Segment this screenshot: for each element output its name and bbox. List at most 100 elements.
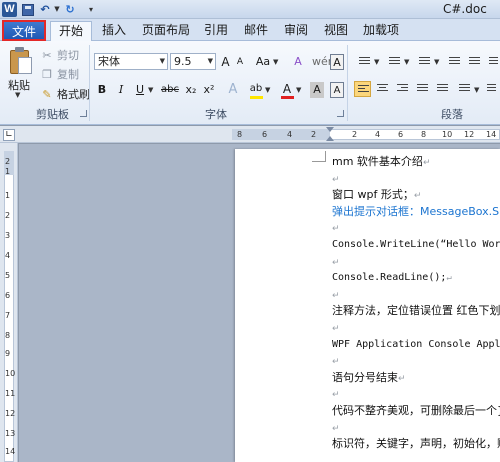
document-line[interactable]: 标识符，关键字，声明，初始化，赋↵ xyxy=(332,437,500,452)
document-line[interactable]: 窗口 wpf 形式；↵ xyxy=(332,188,421,203)
document-line[interactable]: WPF Application Console Applic↵ xyxy=(332,338,500,352)
char-shading-button[interactable]: A xyxy=(310,82,324,98)
document-line[interactable]: ↵ xyxy=(332,421,340,436)
bullets-button[interactable] xyxy=(356,54,373,70)
underline-button[interactable]: U xyxy=(133,82,147,98)
document-line[interactable]: ↵ xyxy=(332,288,340,303)
align-right-button[interactable] xyxy=(394,81,411,97)
indent-marker-icon[interactable] xyxy=(326,127,335,142)
document-line-text: Console.ReadLine(); xyxy=(332,272,447,284)
cut-button[interactable]: ✂ 剪切 xyxy=(40,48,79,64)
document-line[interactable]: ↵ xyxy=(332,321,340,336)
char-border-button[interactable]: A xyxy=(330,54,344,70)
shrink-font-button[interactable]: A xyxy=(234,54,246,70)
paste-icon[interactable] xyxy=(8,47,34,75)
highlight-button[interactable]: ab xyxy=(249,81,263,97)
tab-home[interactable]: 开始 xyxy=(50,21,92,42)
numbering-button[interactable] xyxy=(386,54,403,70)
document-line[interactable]: ↵ xyxy=(332,255,340,270)
paragraph-mark: ↵ xyxy=(422,158,431,168)
document-line[interactable]: mm 软件基本介绍↵ xyxy=(332,155,430,170)
paste-dropdown-icon[interactable]: ▼ xyxy=(15,91,20,99)
distributed-button[interactable] xyxy=(434,81,451,97)
grow-font-button[interactable]: A xyxy=(219,54,232,70)
superscript-button[interactable]: x² xyxy=(201,82,217,98)
customize-toolbar-icon[interactable]: ▾ xyxy=(86,2,96,17)
tab-view[interactable]: 视图 xyxy=(318,21,354,41)
document-line[interactable]: ↵ xyxy=(332,387,340,402)
font-launcher-icon[interactable] xyxy=(337,110,344,117)
justify-icon xyxy=(417,84,428,93)
tab-mailings[interactable]: 邮件 xyxy=(238,21,274,41)
align-left-button[interactable] xyxy=(354,81,371,97)
ruler-number: 6 xyxy=(262,130,268,139)
font-group-label: 字体 xyxy=(205,108,227,121)
font-name-combo[interactable]: 宋体 ▼ xyxy=(94,53,168,70)
document-line[interactable]: Console.WriteLine(“Hello World”↵ xyxy=(332,238,500,252)
document-line[interactable]: 代码不整齐美观，可删除最后一个}↵ xyxy=(332,404,500,419)
document-line[interactable]: Console.ReadLine();↵ xyxy=(332,271,452,285)
shading-button[interactable] xyxy=(484,81,500,97)
ruler-number: 13 xyxy=(5,429,16,438)
document-line[interactable]: ↵ xyxy=(332,221,340,236)
tab-insert[interactable]: 插入 xyxy=(96,21,132,41)
tab-page-layout[interactable]: 页面布局 xyxy=(136,21,196,41)
ruler-number: 2 xyxy=(352,130,358,139)
strikethrough-button[interactable]: abc xyxy=(160,82,180,98)
align-center-button[interactable] xyxy=(374,81,391,97)
bold-button[interactable]: B xyxy=(95,82,109,98)
line-spacing-button[interactable] xyxy=(456,81,473,97)
enclose-char-button[interactable]: A xyxy=(330,82,344,98)
justify-button[interactable] xyxy=(414,81,431,97)
chinese-layout-icon xyxy=(489,57,498,66)
chevron-down-icon: ▼ xyxy=(404,58,410,66)
multilevel-list-icon xyxy=(419,57,430,66)
copy-button[interactable]: ❐ 复制 xyxy=(40,67,79,83)
document-line[interactable]: 语句分号结束↵ xyxy=(332,371,406,386)
scissors-icon: ✂ xyxy=(42,49,52,62)
font-color-bar xyxy=(281,96,294,99)
document-line-text: 代码不整齐美观，可删除最后一个} xyxy=(332,404,500,417)
document-line-text: 注释方法，定位错误位置 红色下划 xyxy=(332,304,500,318)
document-line[interactable]: 注释方法，定位错误位置 红色下划↵ xyxy=(332,304,500,319)
tab-references[interactable]: 引用 xyxy=(198,21,234,41)
document-page[interactable]: mm 软件基本介绍↵ ↵ 窗口 wpf 形式；↵ 弹出提示对话框：MessageBox… xyxy=(235,149,500,462)
save-icon[interactable] xyxy=(22,4,34,16)
decrease-indent-button[interactable] xyxy=(446,54,463,70)
undo-icon[interactable]: ↶ xyxy=(38,2,52,17)
increase-indent-button[interactable] xyxy=(466,54,483,70)
ruler-number: 2 xyxy=(311,130,317,139)
phonetic-guide-button[interactable]: wén xyxy=(312,54,335,70)
tab-addins[interactable]: 加载项 xyxy=(356,21,406,41)
clipboard-launcher-icon[interactable] xyxy=(80,110,87,117)
tab-file[interactable]: 文件 xyxy=(2,20,46,41)
document-line-text: WPF Application Console Applic xyxy=(332,338,500,350)
font-color-button[interactable]: A xyxy=(280,81,294,97)
group-divider xyxy=(89,45,90,121)
text-effect-button[interactable]: A xyxy=(226,82,240,98)
ruler-number: 2 xyxy=(5,157,11,166)
italic-button[interactable]: I xyxy=(114,82,128,98)
subscript-button[interactable]: x₂ xyxy=(183,82,199,98)
ruler-number: 6 xyxy=(398,130,404,139)
horizontal-ruler[interactable]: 8 6 4 2 2 4 6 8 10 12 14 xyxy=(0,126,500,143)
document-line[interactable]: ↵ xyxy=(332,354,340,369)
format-painter-button[interactable]: ✎ 格式刷 xyxy=(40,87,90,103)
document-line[interactable]: ↵ xyxy=(332,172,340,187)
document-line[interactable]: 弹出提示对话框：MessageBox.Show(↵ xyxy=(332,205,500,220)
word-logo-icon[interactable]: W xyxy=(2,2,17,17)
font-size-combo[interactable]: 9.5 ▼ xyxy=(170,53,216,70)
ruler-number: 5 xyxy=(5,271,11,280)
vertical-ruler[interactable]: 2 1 1 2 3 4 5 6 7 8 9 10 11 12 13 14 xyxy=(0,143,18,462)
change-case-button[interactable]: Aa xyxy=(254,54,272,70)
multilevel-list-button[interactable] xyxy=(416,54,433,70)
undo-dropdown-icon[interactable]: ▼ xyxy=(53,2,61,17)
chevron-down-icon: ▼ xyxy=(434,58,440,66)
tab-review[interactable]: 审阅 xyxy=(278,21,314,41)
clear-format-button[interactable]: A xyxy=(290,54,306,70)
ruler-number: 1 xyxy=(5,167,11,176)
tab-selector-icon[interactable]: ∟ xyxy=(3,129,15,141)
title-bar: W ↶ ▼ ↻ ▾ C#.doc xyxy=(0,0,500,19)
chinese-layout-button[interactable] xyxy=(486,54,500,70)
redo-icon[interactable]: ↻ xyxy=(64,2,76,17)
